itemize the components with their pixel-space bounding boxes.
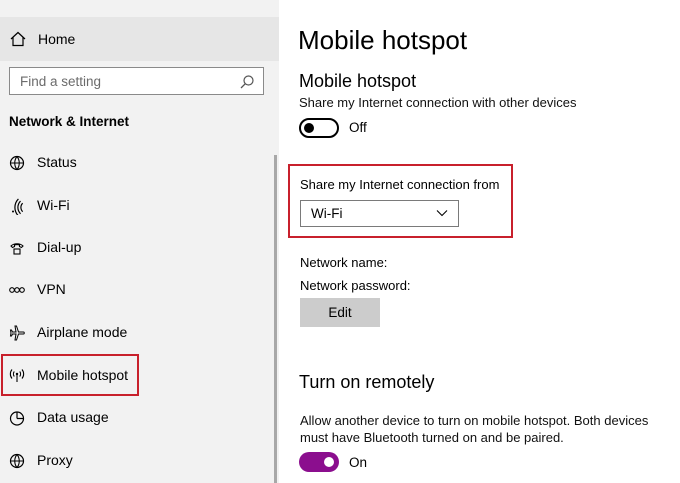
sidebar-item-proxy[interactable]: Proxy	[0, 441, 270, 481]
chevron-down-icon	[436, 210, 448, 217]
hotspot-toggle-label: Off	[349, 120, 367, 135]
hotspot-section-title: Mobile hotspot	[299, 71, 417, 91]
sidebar-item-label: Data usage	[37, 409, 109, 425]
sidebar-item-label: Airplane mode	[37, 324, 128, 340]
hotspot-toggle[interactable]	[299, 118, 339, 138]
share-from-dropdown[interactable]: Wi-Fi	[300, 200, 459, 227]
sidebar-home-label: Home	[38, 31, 76, 47]
sidebar-item-label: Wi-Fi	[37, 197, 70, 213]
remote-toggle[interactable]	[299, 452, 339, 472]
vpn-icon	[9, 287, 25, 293]
status-globe-icon	[9, 155, 25, 171]
sidebar-item-label: Proxy	[37, 452, 73, 468]
edit-button[interactable]: Edit	[300, 298, 380, 327]
sidebar-scrollbar[interactable]	[274, 155, 277, 483]
sidebar-item-label: Status	[37, 154, 77, 170]
network-password-label: Network password:	[300, 278, 411, 293]
sidebar-item-label: Dial-up	[37, 239, 82, 255]
dial-up-phone-icon	[10, 243, 24, 255]
sidebar-home[interactable]: Home	[0, 17, 279, 61]
remote-section-title: Turn on remotely	[299, 372, 435, 392]
main-content: Mobile hotspot Mobile hotspot Share my I…	[279, 0, 680, 483]
sidebar: Home Network & Internet Status Wi-Fi Dia…	[0, 0, 279, 483]
sidebar-item-vpn[interactable]: VPN	[0, 270, 270, 310]
data-usage-pie-icon	[9, 411, 25, 426]
toggle-knob	[324, 457, 334, 467]
search-icon[interactable]	[239, 74, 255, 90]
airplane-icon	[9, 325, 25, 341]
sidebar-item-data-usage[interactable]: Data usage	[0, 398, 270, 438]
remote-toggle-label: On	[349, 455, 368, 470]
sidebar-item-dial-up[interactable]: Dial-up	[0, 228, 270, 268]
dropdown-selected-value: Wi-Fi	[311, 206, 343, 221]
hotspot-description: Share my Internet connection with other …	[299, 95, 577, 110]
proxy-globe-icon	[9, 453, 25, 469]
search-box	[9, 67, 264, 95]
sidebar-item-label: VPN	[37, 281, 66, 297]
remote-description: Allow another device to turn on mobile h…	[300, 413, 649, 445]
wifi-icon	[12, 198, 24, 215]
toggle-knob	[304, 123, 314, 133]
page-title: Mobile hotspot	[298, 25, 468, 55]
sidebar-item-wifi[interactable]: Wi-Fi	[0, 186, 270, 226]
network-name-label: Network name:	[300, 255, 388, 270]
section-title: Network & Internet	[9, 114, 130, 129]
sidebar-item-status[interactable]: Status	[0, 143, 270, 183]
sidebar-item-airplane-mode[interactable]: Airplane mode	[0, 313, 270, 353]
share-from-label: Share my Internet connection from	[300, 177, 500, 192]
highlight-box-mobile-hotspot	[1, 354, 139, 396]
home-icon	[10, 31, 26, 47]
search-input[interactable]	[10, 68, 235, 94]
